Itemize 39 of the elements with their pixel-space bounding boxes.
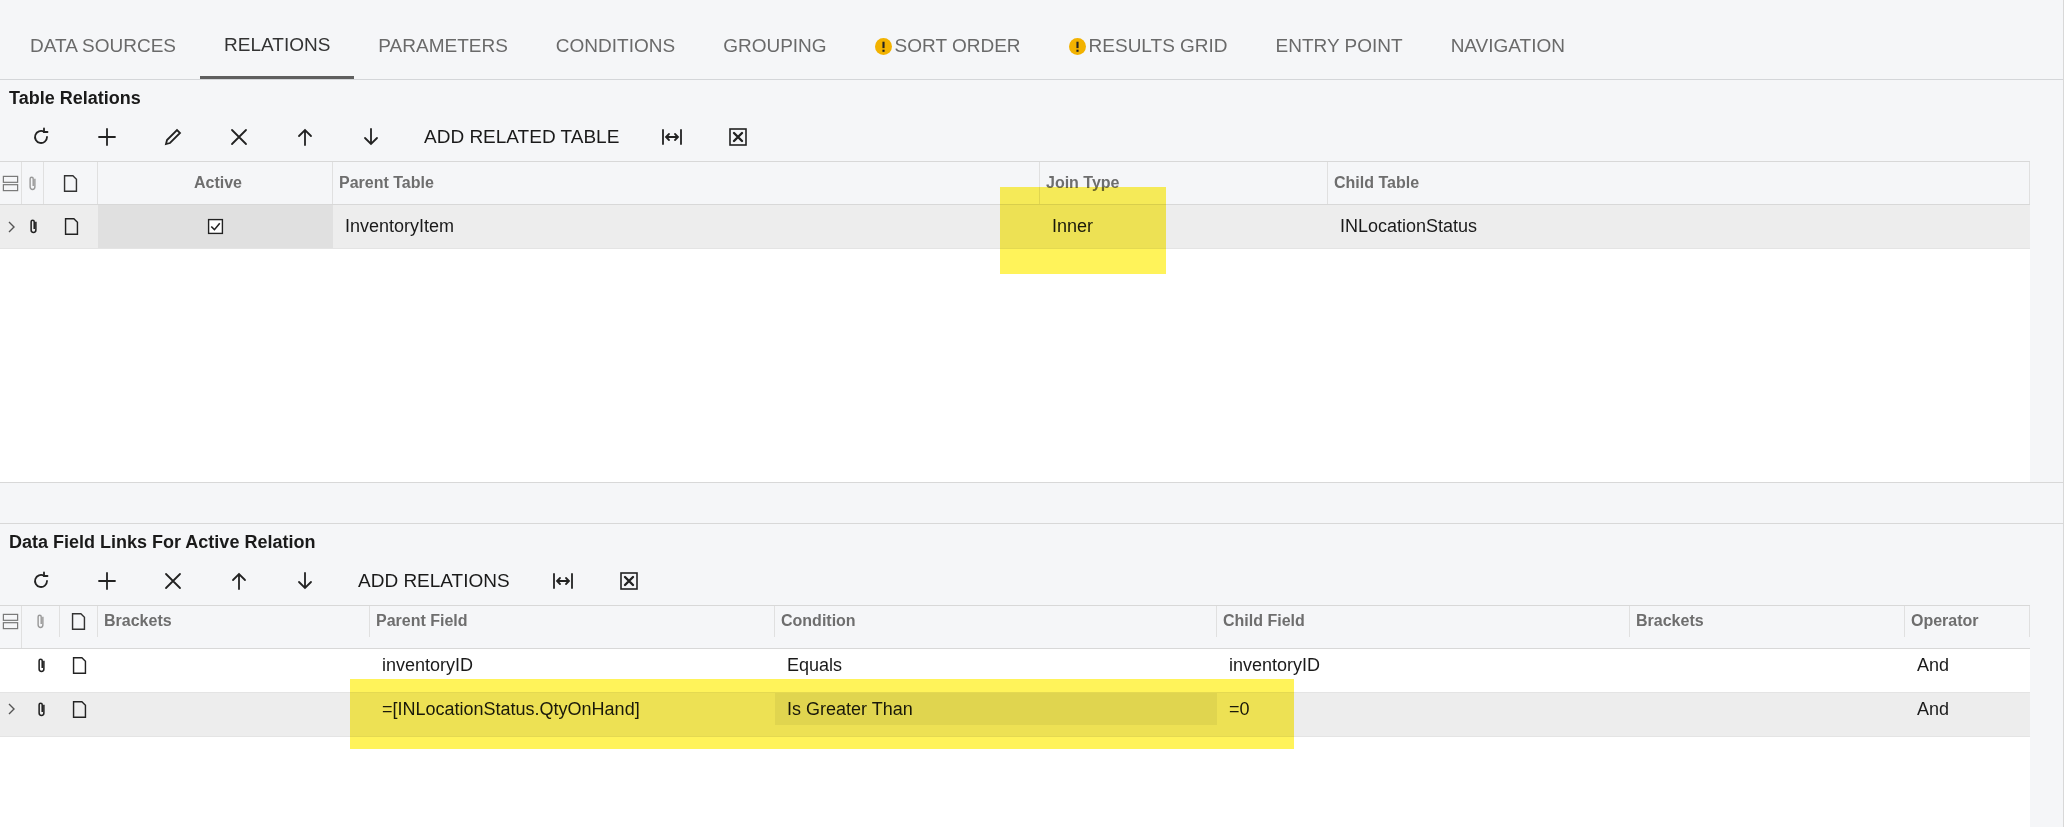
chevron-icon [6, 701, 16, 717]
table-cell-text: And [1916, 653, 1951, 677]
warning-icon [874, 37, 892, 55]
tab[interactable]: SORT ORDER [850, 35, 1045, 79]
rows-icon[interactable] [1, 173, 20, 193]
column-header[interactable]: Active [98, 162, 333, 204]
document-icon [61, 173, 80, 193]
toolbar-button[interactable]: ADD RELATED TABLE [404, 117, 640, 157]
tab[interactable]: RESULTS GRID [1044, 35, 1252, 79]
table-cell-text: And [1916, 697, 1951, 721]
rows-icon[interactable] [1, 611, 20, 631]
table-cell-text: =[INLocationStatus.QtyOnHand] [381, 697, 641, 721]
tab[interactable]: CONDITIONS [531, 35, 700, 79]
section-title: Table Relations [8, 87, 142, 110]
column-header[interactable]: Brackets [98, 606, 370, 637]
column-header[interactable]: Condition [775, 606, 1217, 637]
tab[interactable]: RELATIONS [200, 34, 355, 79]
tab[interactable]: GROUPING [699, 35, 851, 79]
tab[interactable]: DATA SOURCES [6, 35, 201, 79]
table-cell-text: inventoryID [1228, 653, 1322, 677]
column-header[interactable]: Brackets [1630, 606, 1905, 637]
table-cell-text: InventoryItem [344, 215, 456, 238]
table-cell-text: inventoryID [381, 653, 475, 677]
column-header[interactable]: Parent Field [370, 606, 775, 637]
column-header[interactable]: Child Table [1328, 162, 2030, 204]
table-cell-text: Equals [786, 653, 844, 677]
column-header[interactable]: Child Field [1217, 606, 1630, 637]
checkbox[interactable] [207, 218, 224, 235]
table-cell-text: =0 [1228, 697, 1251, 721]
tab[interactable]: PARAMETERS [354, 35, 532, 79]
warning-icon [1068, 37, 1086, 55]
table-cell-text: INLocationStatus [1339, 215, 1479, 238]
tab[interactable]: ENTRY POINT [1251, 35, 1427, 79]
section-title: Data Field Links For Active Relation [8, 531, 317, 554]
tab[interactable]: NAVIGATION [1426, 35, 1589, 79]
column-header[interactable]: Operator [1905, 606, 2030, 637]
table-cell-text: Inner [1051, 215, 1095, 238]
toolbar-button[interactable]: ADD RELATIONS [338, 561, 530, 601]
document-icon [69, 611, 88, 631]
